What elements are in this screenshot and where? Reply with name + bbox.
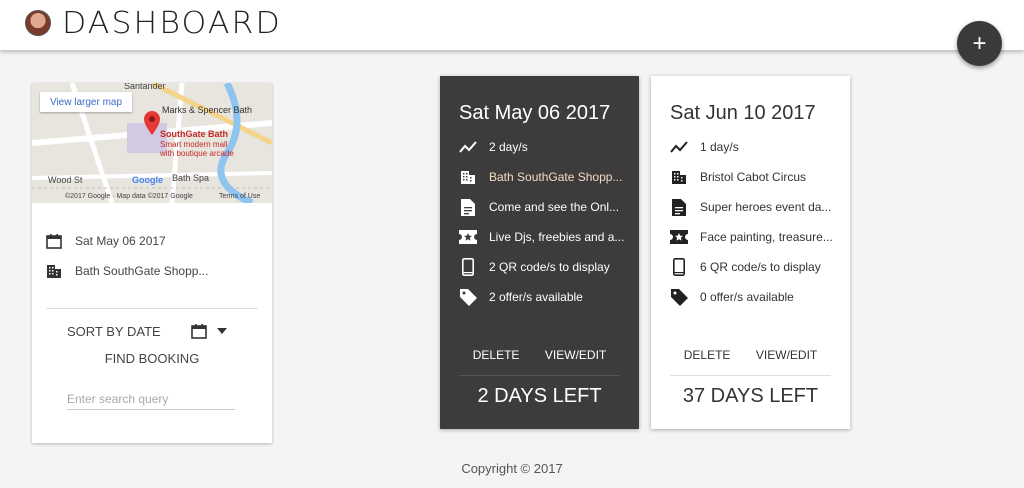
trending-icon [670,138,688,156]
card-frequency: 2 day/s [489,140,528,154]
sidebar-panel: View larger map Santander Marks & Spence… [32,83,272,443]
phone-icon [670,258,688,276]
sidebar-date: Sat May 06 2017 [75,234,166,248]
card-venue: Bath SouthGate Shopp... [489,170,623,184]
chevron-down-icon[interactable] [216,327,227,335]
trending-icon [459,138,477,156]
card-qr: 2 QR code/s to display [489,260,610,274]
card-features-row: Face painting, treasure... [670,228,840,246]
tag-icon [459,288,477,306]
map-place-desc1: Smart modern mall [160,140,228,149]
sidebar-date-row: Sat May 06 2017 [46,233,166,249]
booking-card: Sat Jun 10 2017 1 day/s Bristol Cabot Ci… [651,76,850,429]
search-input[interactable] [67,389,235,410]
map-label-santander: Santander [124,83,166,91]
card-offers-row: 0 offer/s available [670,288,840,306]
sidebar-venue: Bath SouthGate Shopp... [75,264,209,278]
phone-icon [459,258,477,276]
tag-icon [670,288,688,306]
map-terms-link[interactable]: Terms of Use [219,193,260,200]
card-description: Come and see the Onl... [489,200,620,214]
sidebar-divider [46,308,258,309]
map-label-ms: Marks & Spencer Bath [162,105,253,115]
card-date: Sat Jun 10 2017 [670,102,816,124]
add-button[interactable]: + [957,21,1002,66]
find-booking-button[interactable]: FIND BOOKING [32,351,272,366]
card-venue: Bristol Cabot Circus [700,170,807,184]
card-description-row: Come and see the Onl... [459,198,629,216]
top-bar: DASHBOARD [0,0,1024,50]
view-edit-button[interactable]: VIEW/EDIT [756,348,817,362]
card-description-row: Super heroes event da... [670,198,840,216]
map-place-desc2: with boutique arcade [160,149,234,158]
calendar-icon[interactable] [190,323,207,339]
map-pin-icon [144,111,160,140]
card-actions: DELETE VIEW/EDIT [440,348,639,362]
avatar[interactable] [25,10,51,36]
card-qr-row: 6 QR code/s to display [670,258,840,276]
sidebar-venue-row: Bath SouthGate Shopp... [46,263,208,279]
page-title: DASHBOARD [62,6,282,41]
building-icon [670,168,688,186]
card-offers: 2 offer/s available [489,290,583,304]
delete-button[interactable]: DELETE [473,348,520,362]
map-label-spa: Bath Spa [172,173,210,183]
card-venue-row: Bath SouthGate Shopp... [459,168,629,186]
google-logo: Google [132,175,163,185]
days-left: 2 DAYS LEFT [477,385,602,407]
card-qr-row: 2 QR code/s to display [459,258,629,276]
sort-label: SORT BY DATE [67,323,161,339]
view-edit-button[interactable]: VIEW/EDIT [545,348,606,362]
card-features-row: Live Djs, freebies and a... [459,228,629,246]
sort-by-date[interactable]: SORT BY DATE [67,323,227,339]
card-divider [670,375,831,376]
building-icon [459,168,477,186]
card-venue-row: Bristol Cabot Circus [670,168,840,186]
card-frequency: 1 day/s [700,140,739,154]
view-larger-map-link[interactable]: View larger map [40,92,132,112]
booking-card: Sat May 06 2017 2 day/s Bath SouthGate S… [440,76,639,429]
card-actions: DELETE VIEW/EDIT [651,348,850,362]
map-place-name: SouthGate Bath [160,129,229,139]
calendar-icon [46,233,62,249]
card-frequency-row: 1 day/s [670,138,840,156]
card-description: Super heroes event da... [700,200,832,214]
map-embed[interactable]: View larger map Santander Marks & Spence… [32,83,272,203]
days-left: 37 DAYS LEFT [682,385,819,407]
ticket-icon [670,228,688,246]
card-offers: 0 offer/s available [700,290,794,304]
ticket-icon [459,228,477,246]
card-features: Live Djs, freebies and a... [489,230,625,244]
copyright: Copyright © 2017 [461,461,563,476]
delete-button[interactable]: DELETE [684,348,731,362]
map-credit: ©2017 Google · Map data ©2017 Google [65,193,193,200]
card-divider [459,375,620,376]
document-icon [670,198,688,216]
card-date: Sat May 06 2017 [459,102,611,124]
card-frequency-row: 2 day/s [459,138,629,156]
map-label-wood: Wood St [48,175,83,185]
document-icon [459,198,477,216]
card-features: Face painting, treasure... [700,230,833,244]
building-icon [46,263,62,279]
card-qr: 6 QR code/s to display [700,260,821,274]
card-offers-row: 2 offer/s available [459,288,629,306]
